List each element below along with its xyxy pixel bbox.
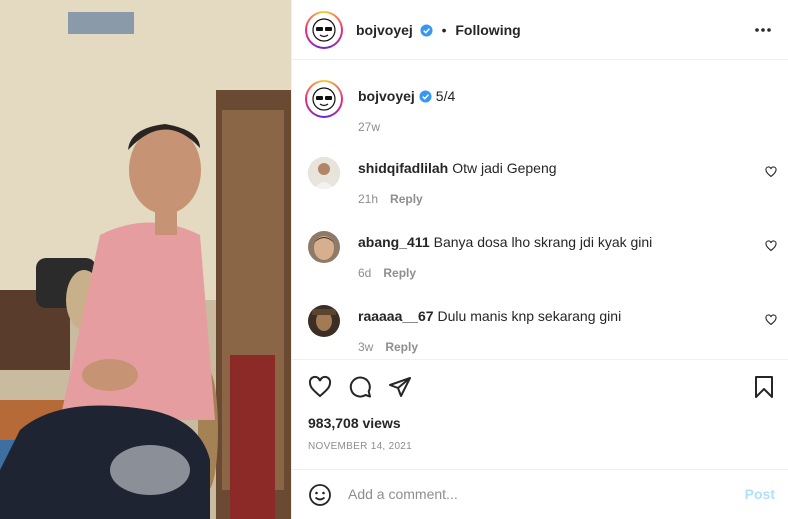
header-user-line: bojvoyej • Following	[356, 22, 521, 38]
header-separator: •	[441, 22, 447, 38]
like-comment-heart-icon[interactable]	[765, 166, 777, 178]
following-button[interactable]: Following	[455, 22, 520, 38]
sunglasses-face-icon	[312, 18, 336, 42]
author-username[interactable]: bojvoyej	[356, 22, 413, 38]
comment-line: abang_411 Banya dosa lho skrang jdi kyak …	[358, 234, 652, 250]
post-actions: 983,708 views NOVEMBER 14, 2021	[292, 360, 788, 470]
comment-avatar[interactable]	[308, 305, 340, 337]
comment-avatar[interactable]	[308, 157, 340, 189]
save-bookmark-icon[interactable]	[753, 375, 775, 399]
add-comment-input[interactable]	[348, 486, 728, 502]
comment-username[interactable]: raaaaa__67	[358, 308, 434, 324]
add-comment-bar: Post	[292, 470, 788, 519]
user-photo	[308, 157, 340, 189]
like-comment-heart-icon[interactable]	[765, 314, 777, 326]
more-horizontal-icon[interactable]	[754, 27, 772, 33]
comment-bubble-icon[interactable]	[348, 375, 372, 399]
reply-button[interactable]: Reply	[390, 192, 423, 206]
share-paper-plane-icon[interactable]	[388, 375, 412, 399]
post-header: bojvoyej • Following	[292, 0, 788, 60]
emoji-smiley-icon[interactable]	[308, 483, 332, 507]
comment-meta: 6d Reply	[358, 266, 416, 280]
post-date[interactable]: NOVEMBER 14, 2021	[308, 441, 412, 452]
sunglasses-face-icon	[312, 87, 336, 111]
comment-meta: 3w Reply	[358, 340, 418, 354]
reply-button[interactable]: Reply	[385, 340, 418, 354]
caption-time: 27w	[358, 120, 380, 134]
post-video[interactable]	[0, 0, 291, 519]
comment-avatar[interactable]	[308, 231, 340, 263]
user-photo	[308, 231, 340, 263]
reply-button[interactable]: Reply	[383, 266, 416, 280]
like-comment-heart-icon[interactable]	[765, 240, 777, 252]
user-photo	[308, 305, 340, 337]
author-avatar[interactable]	[305, 11, 343, 49]
verified-badge-icon	[420, 24, 433, 37]
like-heart-icon[interactable]	[308, 375, 332, 399]
caption-line: bojvoyej 5/4	[358, 88, 455, 104]
caption-author-avatar[interactable]	[305, 80, 343, 118]
views-count[interactable]: 983,708 views	[308, 415, 401, 431]
comment-line: shidqifadlilah Otw jadi Gepeng	[358, 160, 557, 176]
video-frame	[0, 0, 291, 519]
caption-username[interactable]: bojvoyej	[358, 88, 415, 104]
comment-text: Otw jadi Gepeng	[452, 160, 557, 176]
comment-meta: 21h Reply	[358, 192, 423, 206]
post-details-panel: bojvoyej • Following bojvoyej 5/4 27w sh…	[291, 0, 788, 519]
comment-username[interactable]: abang_411	[358, 234, 430, 250]
comment-line: raaaaa__67 Dulu manis knp sekarang gini	[358, 308, 621, 324]
comment-text: Banya dosa lho skrang jdi kyak gini	[433, 234, 653, 250]
comment-username[interactable]: shidqifadlilah	[358, 160, 448, 176]
post-comment-button[interactable]: Post	[745, 486, 775, 502]
comment-time[interactable]: 3w	[358, 340, 373, 354]
caption-text: 5/4	[435, 88, 456, 104]
verified-badge-icon	[419, 90, 432, 103]
comment-time[interactable]: 6d	[358, 266, 371, 280]
comment-text: Dulu manis knp sekarang gini	[437, 308, 622, 324]
caption-timestamp[interactable]: 27w	[358, 120, 380, 134]
comment-time[interactable]: 21h	[358, 192, 378, 206]
comments-section: bojvoyej 5/4 27w shidqifadlilah Otw jadi …	[292, 60, 788, 360]
